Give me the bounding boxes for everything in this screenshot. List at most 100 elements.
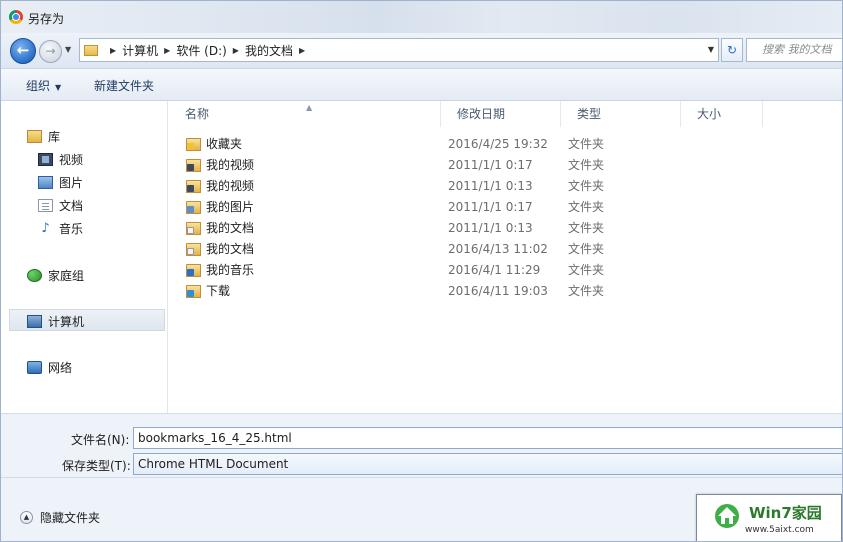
file-date: 2011/1/1 0:17 <box>448 200 533 214</box>
breadcrumb-separator-icon[interactable]: ▶ <box>164 46 170 55</box>
table-row[interactable]: 我的音乐 2016/4/1 11:29 文件夹 <box>169 260 842 281</box>
column-header-type[interactable]: 类型 <box>561 101 681 127</box>
watermark-title: Win7家园 <box>749 504 822 522</box>
file-type: 文件夹 <box>568 263 605 277</box>
favorites-folder-icon <box>186 138 201 151</box>
organize-button[interactable]: 组织 ▼ <box>26 77 61 94</box>
folder-icon <box>84 44 98 56</box>
navigation-bar: ← → ▼ ▶ 计算机 ▶ 软件 (D:) ▶ 我的文档 ▶ ▼ ↻ 搜索 我的… <box>1 33 842 69</box>
hide-folders-label: 隐藏文件夹 <box>40 511 101 525</box>
house-logo-icon <box>715 504 739 528</box>
sort-ascending-icon: ▲ <box>306 103 313 112</box>
refresh-button[interactable]: ↻ <box>721 38 743 62</box>
collapse-icon: ▲ <box>20 511 33 524</box>
file-name: 我的文档 <box>206 242 255 256</box>
table-row[interactable]: 我的视频 2011/1/1 0:17 文件夹 <box>169 155 842 176</box>
file-date: 2016/4/13 11:02 <box>448 242 548 256</box>
network-icon <box>27 361 42 374</box>
save-form: 文件名(N): 保存类型(T): Chrome HTML Document <box>1 413 842 477</box>
breadcrumb-separator-icon[interactable]: ▶ <box>299 46 305 55</box>
sidebar-item-label: 家庭组 <box>48 269 85 283</box>
filetype-label: 保存类型(T): <box>62 459 131 473</box>
file-name: 我的视频 <box>206 158 255 172</box>
table-row[interactable]: 我的图片 2011/1/1 0:17 文件夹 <box>169 197 842 218</box>
forward-button[interactable]: → <box>39 40 62 63</box>
win7-watermark: Win7家园 www.5aixt.com <box>696 494 842 541</box>
sidebar-item-label: 计算机 <box>48 315 85 329</box>
filename-label: 文件名(N): <box>71 433 130 447</box>
file-name: 收藏夹 <box>206 137 243 151</box>
picture-icon <box>38 176 53 189</box>
sidebar-item-label: 视频 <box>59 153 84 167</box>
sidebar-item-music[interactable]: ♪ 音乐 <box>38 220 83 237</box>
new-folder-button[interactable]: 新建文件夹 <box>94 77 154 94</box>
breadcrumb-drive-d[interactable]: 软件 (D:) <box>176 42 226 59</box>
sidebar-item-documents[interactable]: 文档 <box>38 197 83 214</box>
video-folder-icon <box>186 180 201 193</box>
filetype-select[interactable]: Chrome HTML Document <box>133 453 842 475</box>
table-row[interactable]: 收藏夹 2016/4/25 19:32 文件夹 <box>169 134 842 155</box>
table-row[interactable]: 我的文档 2011/1/1 0:13 文件夹 <box>169 218 842 239</box>
command-toolbar: 组织 ▼ 新建文件夹 <box>1 69 842 101</box>
sidebar-item-computer[interactable]: 计算机 <box>27 313 84 330</box>
sidebar-item-pictures[interactable]: 图片 <box>38 174 83 191</box>
file-date: 2016/4/25 19:32 <box>448 137 548 151</box>
file-date: 2011/1/1 0:13 <box>448 179 533 193</box>
watermark-url: www.5aixt.com <box>745 525 814 535</box>
sidebar-item-network[interactable]: 网络 <box>27 359 72 376</box>
file-date: 2016/4/1 11:29 <box>448 263 541 277</box>
file-list: ▲ 名称 修改日期 类型 大小 收藏夹 2016/4/25 19:32 文件夹 … <box>169 101 842 413</box>
file-date: 2011/1/1 0:17 <box>448 158 533 172</box>
document-folder-icon <box>186 243 201 256</box>
navigation-pane: 库 视频 图片 文档 ♪ 音乐 家庭组 计算机 网络 <box>1 101 168 413</box>
sidebar-item-videos[interactable]: 视频 <box>38 151 83 168</box>
homegroup-icon <box>27 269 42 282</box>
history-dropdown-icon[interactable]: ▼ <box>65 45 75 55</box>
organize-label: 组织 <box>26 79 51 93</box>
download-folder-icon <box>186 285 201 298</box>
search-input[interactable]: 搜索 我的文档 <box>746 38 842 62</box>
file-name: 我的文档 <box>206 221 255 235</box>
library-icon <box>27 130 42 143</box>
music-folder-icon <box>186 264 201 277</box>
sidebar-item-label: 库 <box>48 130 61 144</box>
hide-folders-button[interactable]: ▲ 隐藏文件夹 <box>20 509 100 526</box>
title-bar: 另存为 <box>1 1 842 33</box>
file-type: 文件夹 <box>568 179 605 193</box>
back-button[interactable]: ← <box>10 38 36 64</box>
breadcrumb-separator-icon[interactable]: ▶ <box>233 46 239 55</box>
file-type: 文件夹 <box>568 242 605 256</box>
column-header-name[interactable]: ▲ 名称 <box>169 101 441 127</box>
sidebar-item-homegroup[interactable]: 家庭组 <box>27 267 84 284</box>
file-name: 我的图片 <box>206 200 255 214</box>
document-icon <box>38 199 53 212</box>
column-header-date[interactable]: 修改日期 <box>441 101 561 127</box>
table-row[interactable]: 下载 2016/4/11 19:03 文件夹 <box>169 281 842 302</box>
chrome-icon <box>9 10 23 24</box>
sidebar-item-label: 音乐 <box>59 222 84 236</box>
file-name: 我的音乐 <box>206 263 255 277</box>
computer-icon <box>27 315 42 328</box>
sidebar-item-library[interactable]: 库 <box>27 128 60 145</box>
address-dropdown-icon[interactable]: ▼ <box>708 45 714 54</box>
sidebar-item-label: 文档 <box>59 199 84 213</box>
file-type: 文件夹 <box>568 200 605 214</box>
address-bar[interactable]: ▶ 计算机 ▶ 软件 (D:) ▶ 我的文档 ▶ ▼ <box>79 38 719 62</box>
sidebar-item-label: 网络 <box>48 361 73 375</box>
window-title: 另存为 <box>28 12 65 26</box>
music-icon: ♪ <box>41 221 50 236</box>
file-name: 我的视频 <box>206 179 255 193</box>
breadcrumb-computer[interactable]: 计算机 <box>122 42 158 59</box>
table-row[interactable]: 我的文档 2016/4/13 11:02 文件夹 <box>169 239 842 260</box>
document-folder-icon <box>186 222 201 235</box>
filename-input[interactable] <box>133 427 842 449</box>
file-type: 文件夹 <box>568 284 605 298</box>
breadcrumb-my-documents[interactable]: 我的文档 <box>245 42 293 59</box>
video-folder-icon <box>186 159 201 172</box>
column-header-size[interactable]: 大小 <box>681 101 763 127</box>
picture-folder-icon <box>186 201 201 214</box>
chevron-down-icon: ▼ <box>55 83 62 92</box>
file-date: 2011/1/1 0:13 <box>448 221 533 235</box>
table-row[interactable]: 我的视频 2011/1/1 0:13 文件夹 <box>169 176 842 197</box>
breadcrumb-separator-icon[interactable]: ▶ <box>110 46 116 55</box>
